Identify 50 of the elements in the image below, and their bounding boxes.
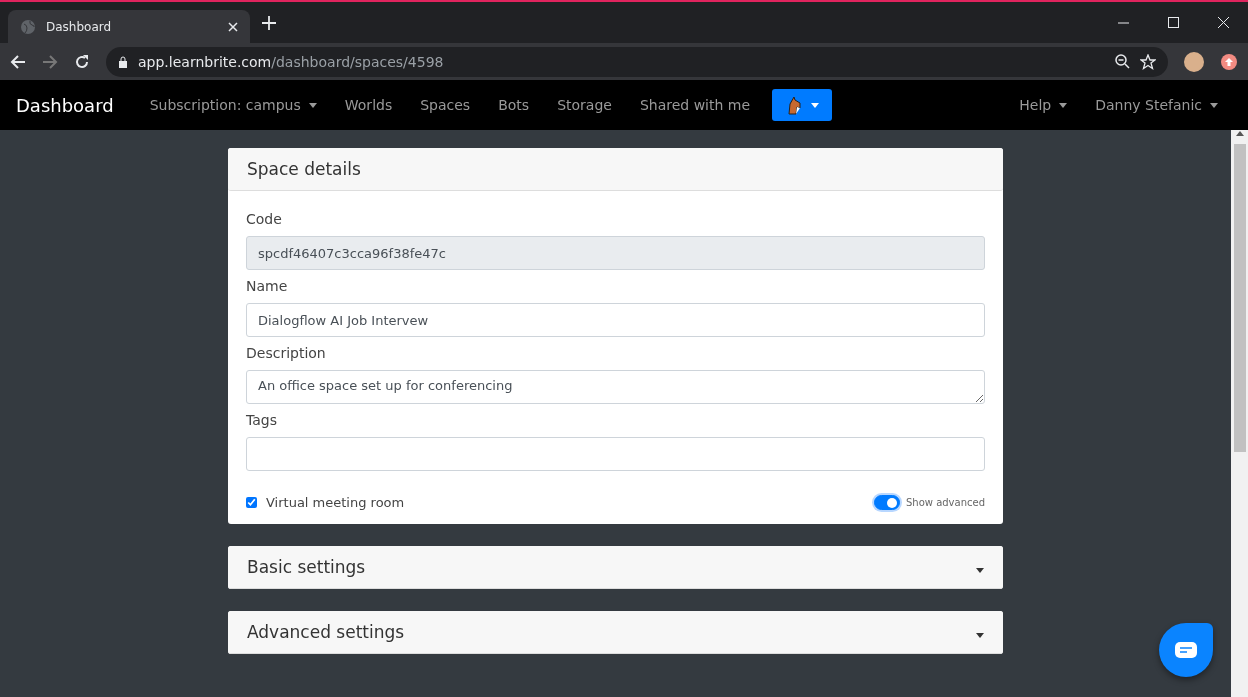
text-area[interactable]: An office space set up for conferencing (246, 370, 985, 404)
card-title: Space details (228, 148, 1003, 191)
zoom-out-icon[interactable] (1115, 54, 1130, 69)
nav-link[interactable]: Shared with me (625, 97, 765, 113)
nav-link[interactable]: Spaces (406, 97, 485, 113)
field-label: Tags (246, 412, 278, 428)
forward-icon[interactable] (42, 53, 58, 70)
browser-tab[interactable]: Dashboard (8, 10, 250, 43)
field-label: Code (246, 211, 283, 227)
input-field[interactable]: Dialogflow AI Job Intervew (246, 303, 985, 337)
close-icon[interactable] (228, 21, 238, 32)
tab-title: Dashboard (46, 19, 113, 34)
switch-label: Show advanced (905, 497, 985, 508)
address-bar[interactable]: app.learnbrite.com/dashboard/spaces/4598 (106, 46, 1168, 77)
caret-icon (811, 102, 820, 108)
avatar-dropdown-button[interactable] (772, 89, 833, 121)
field-label: Description (246, 345, 327, 361)
new-tab-icon[interactable] (262, 15, 276, 30)
checkbox[interactable] (246, 497, 257, 508)
scrollbar-thumb[interactable] (1233, 144, 1246, 452)
update-icon[interactable] (1220, 52, 1238, 71)
chat-button[interactable] (1159, 623, 1213, 677)
caret-icon (1059, 102, 1068, 108)
checkbox-label[interactable]: Virtual meeting room (246, 495, 405, 510)
caret-icon (976, 568, 984, 573)
collapsible-section[interactable]: Basic settings (228, 546, 1003, 589)
reload-icon[interactable] (74, 53, 90, 70)
caret-icon (1210, 102, 1218, 108)
back-icon[interactable] (10, 53, 26, 70)
nav-link[interactable]: Storage (543, 97, 626, 113)
url-text: app.learnbrite.com/dashboard/spaces/4598 (138, 53, 445, 70)
nav-link[interactable]: Subscription: campus (135, 97, 331, 113)
nav-link[interactable]: Worlds (330, 97, 407, 113)
nav-link[interactable]: Danny Stefanic (1081, 97, 1232, 113)
nav-link[interactable]: Bots (484, 97, 544, 113)
caret-icon (308, 102, 317, 108)
section-title: Advanced settings (247, 622, 405, 642)
brand-title[interactable]: Dashboard (16, 94, 114, 116)
avatar[interactable] (1184, 51, 1204, 72)
globe-icon (20, 18, 36, 35)
nav-link[interactable]: Help (1005, 97, 1082, 113)
toggle-switch[interactable] (873, 495, 900, 510)
collapsible-section[interactable]: Advanced settings (228, 611, 1003, 654)
chat-icon (1175, 642, 1197, 658)
input-field[interactable] (246, 437, 985, 471)
caret-icon (976, 633, 984, 638)
lock-icon (118, 55, 128, 68)
field-label: Name (246, 278, 289, 294)
star-icon[interactable] (1140, 53, 1156, 70)
section-title: Basic settings (247, 557, 366, 577)
